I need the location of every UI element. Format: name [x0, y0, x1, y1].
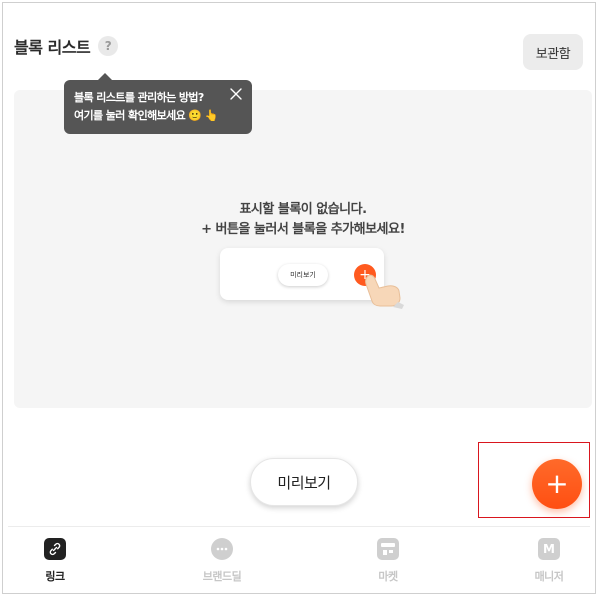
tooltip-line-2: 여기를 눌러 확인해보세요 🙂 👆 [74, 109, 218, 122]
nav-label-brand-deal: 브랜드딜 [202, 570, 242, 583]
page-header: 블록 리스트 ? [14, 34, 119, 58]
chat-bubble-icon [211, 538, 233, 560]
store-icon [377, 538, 399, 560]
help-icon[interactable]: ? [98, 36, 119, 56]
empty-state-title: 표시할 블록이 없습니다. [239, 202, 367, 217]
manager-m-icon: M [538, 538, 560, 560]
tooltip-line-1: 블록 리스트를 관리하는 방법? [74, 91, 204, 104]
page-title: 블록 리스트 [14, 38, 91, 57]
empty-state-subtitle: + 버튼을 눌러서 블록을 추가해보세요! [201, 222, 405, 237]
bottom-divider [8, 526, 590, 527]
add-block-button[interactable]: + [532, 459, 582, 509]
preview-button[interactable]: 미리보기 [250, 458, 358, 506]
bottom-nav: 링크 브랜드딜 마켓 M 매니저 [0, 538, 598, 588]
storage-button[interactable]: 보관함 [523, 34, 583, 70]
nav-label-link: 링크 [45, 570, 65, 583]
nav-label-manager: 매니저 [534, 570, 564, 583]
nav-item-market[interactable]: 마켓 [343, 538, 433, 584]
link-icon [44, 538, 66, 560]
empty-state-illustration: 미리보기 + [220, 248, 384, 300]
nav-item-manager[interactable]: M 매니저 [504, 538, 594, 584]
nav-item-brand-deal[interactable]: 브랜드딜 [177, 538, 267, 584]
nav-label-market: 마켓 [378, 570, 398, 583]
close-icon[interactable] [228, 86, 244, 102]
illustration-preview-pill: 미리보기 [278, 264, 328, 286]
block-list-empty-area: 표시할 블록이 없습니다. + 버튼을 눌러서 블록을 추가해보세요! 미리보기… [14, 90, 592, 408]
nav-item-link[interactable]: 링크 [10, 538, 100, 584]
pointing-hand-icon [365, 274, 404, 309]
help-tooltip[interactable]: 블록 리스트를 관리하는 방법? 여기를 눌러 확인해보세요 🙂 👆 [64, 73, 252, 134]
